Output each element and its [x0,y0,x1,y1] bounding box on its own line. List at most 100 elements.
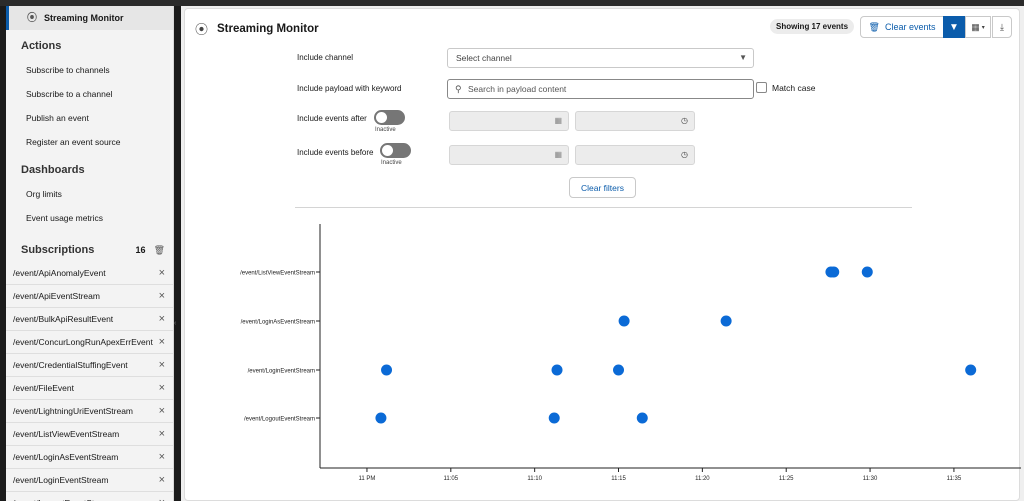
sidebar-item-subscribe-channel[interactable]: Subscribe to a channel [6,82,173,106]
remove-subscription-icon[interactable]: × [159,290,165,302]
subscription-name: /event/ApiEventStream [13,291,100,301]
subscription-row[interactable]: /event/CredentialStuffingEvent × [6,354,173,377]
subscription-row[interactable]: /event/ApiEventStream × [6,285,173,308]
events-before-toggle[interactable] [380,143,411,158]
subscription-name: /event/ListViewEventStream [13,429,120,439]
event-point [861,266,873,278]
event-point [720,315,732,327]
filter-button[interactable]: ▼ [943,16,965,38]
remove-subscription-icon[interactable]: × [159,267,165,279]
clear-events-button[interactable]: 🗑 Clear events [860,16,944,38]
remove-subscription-icon[interactable]: × [159,336,165,348]
collapse-sidebar-icon[interactable]: ‹ [174,320,180,330]
channel-select-value: Select channel [456,53,512,63]
sidebar-item-register-source[interactable]: Register an event source [6,130,173,154]
subscription-row[interactable]: /event/BulkApiResultEvent × [6,308,173,331]
clock-icon: ◷ [681,116,688,125]
remove-subscription-icon[interactable]: × [159,313,165,325]
clear-events-label: Clear events [884,22,936,32]
sidebar-item-label: Streaming Monitor [44,13,124,23]
remove-subscription-icon[interactable]: × [159,497,165,501]
events-before-toggle-state: Inactive [381,160,402,166]
search-icon: ⚲ [455,84,462,94]
match-case-checkbox[interactable]: Match case [756,82,815,93]
subscriptions-heading: Subscriptions [21,244,95,256]
x-tick-label: 11:35 [947,476,962,482]
subscription-name: /event/LightningUriEventStream [13,406,134,416]
events-after-date: ▦ [449,111,569,131]
streaming-icon: ⦿ [195,22,209,37]
subscriptions-header: Subscriptions 16 🗑 [6,230,173,262]
subscriptions-count: 16 [135,245,146,255]
event-point [613,364,625,376]
include-channel-label: Include channel [297,53,354,62]
sidebar: ⦿ Streaming Monitor Actions Subscribe to… [6,6,174,501]
channel-select[interactable]: Select channel ▼ [447,48,754,68]
panel-header: ⦿ Streaming Monitor [195,19,319,38]
sidebar-heading-dashboards: Dashboards [21,164,85,176]
subscription-name: /event/ApiAnomalyEvent [13,268,106,278]
events-after-toggle[interactable] [374,110,405,125]
download-button[interactable]: ⤓ [992,16,1012,38]
filter-icon: ▼ [949,21,959,33]
toggle-knob [376,112,387,123]
remove-subscription-icon[interactable]: × [159,451,165,463]
x-tick-label: 11:25 [779,476,794,482]
subscription-row[interactable]: /event/LogoutEventStream× [6,492,173,501]
columns-menu-button[interactable]: ▦ ▾ [965,16,991,38]
remove-subscription-icon[interactable]: × [159,405,165,417]
trash-icon[interactable]: 🗑 [154,245,165,256]
sidebar-item-streaming-monitor[interactable]: ⦿ Streaming Monitor [6,6,173,30]
sidebar-item-org-limits[interactable]: Org limits [6,182,173,206]
subscription-row[interactable]: /event/ApiAnomalyEvent × [6,262,173,285]
remove-subscription-icon[interactable]: × [159,359,165,371]
event-point [551,364,563,376]
remove-subscription-icon[interactable]: × [159,382,165,394]
sidebar-item-publish-event[interactable]: Publish an event [6,106,173,130]
keyword-placeholder: Search in payload content [468,84,567,94]
event-point [548,412,560,424]
clear-filters-button[interactable]: Clear filters [569,177,636,198]
events-before-date: ▦ [449,145,569,165]
remove-subscription-icon[interactable]: × [159,428,165,440]
events-after-toggle-state: Inactive [375,127,396,133]
x-tick-label: 11 PM [359,476,376,482]
subscription-name: /event/CredentialStuffingEvent [13,360,128,370]
subscription-row[interactable]: /event/LoginAsEventStream × [6,446,173,469]
y-tick-label: /event/ListViewEventStream [240,271,315,277]
x-tick-label: 11:05 [444,476,459,482]
x-tick-label: 11:15 [611,476,626,482]
x-tick-label: 11:30 [863,476,878,482]
subscription-row[interactable]: /event/LightningUriEventStream × [6,400,173,423]
subscription-name: /event/BulkApiResultEvent [13,314,114,324]
keyword-search-input[interactable]: ⚲ Search in payload content [447,79,754,99]
subscription-row[interactable]: /event/ConcurLongRunApexErrEvent × [6,331,173,354]
chevron-down-icon: ▼ [739,53,747,62]
x-tick-label: 11:10 [527,476,542,482]
events-before-time: ◷ [575,145,695,165]
event-point [375,412,387,424]
clock-icon: ◷ [681,150,688,159]
events-timeline-chart: /event/ListViewEventStream/event/LoginAs… [240,224,1021,482]
divider [295,207,912,208]
calendar-icon: ▦ [554,150,562,159]
x-tick-label: 11:20 [695,476,710,482]
toggle-knob [382,145,393,156]
streaming-icon: ⦿ [27,12,37,24]
y-tick-label: /event/LogoutEventStream [244,417,315,423]
subscription-list: /event/ApiAnomalyEvent ×/event/ApiEventSt… [6,262,173,501]
event-point [636,412,648,424]
remove-subscription-icon[interactable]: × [159,474,165,486]
subscription-name: /event/LoginEventStream [13,475,109,485]
sidebar-item-subscribe-channels[interactable]: Subscribe to channels [6,58,173,82]
sidebar-item-event-usage[interactable]: Event usage metrics [6,206,173,230]
events-before-label: Include events before [297,148,374,157]
subscription-row[interactable]: /event/LoginEventStream × [6,469,173,492]
table-icon: ▦ [971,21,980,32]
subscription-row[interactable]: /event/FileEvent × [6,377,173,400]
subscription-name: /event/LoginAsEventStream [13,452,119,462]
subscription-row[interactable]: /event/ListViewEventStream × [6,423,173,446]
trash-icon: 🗑 [868,21,880,32]
checkbox-box [756,82,767,93]
event-point [828,266,840,278]
